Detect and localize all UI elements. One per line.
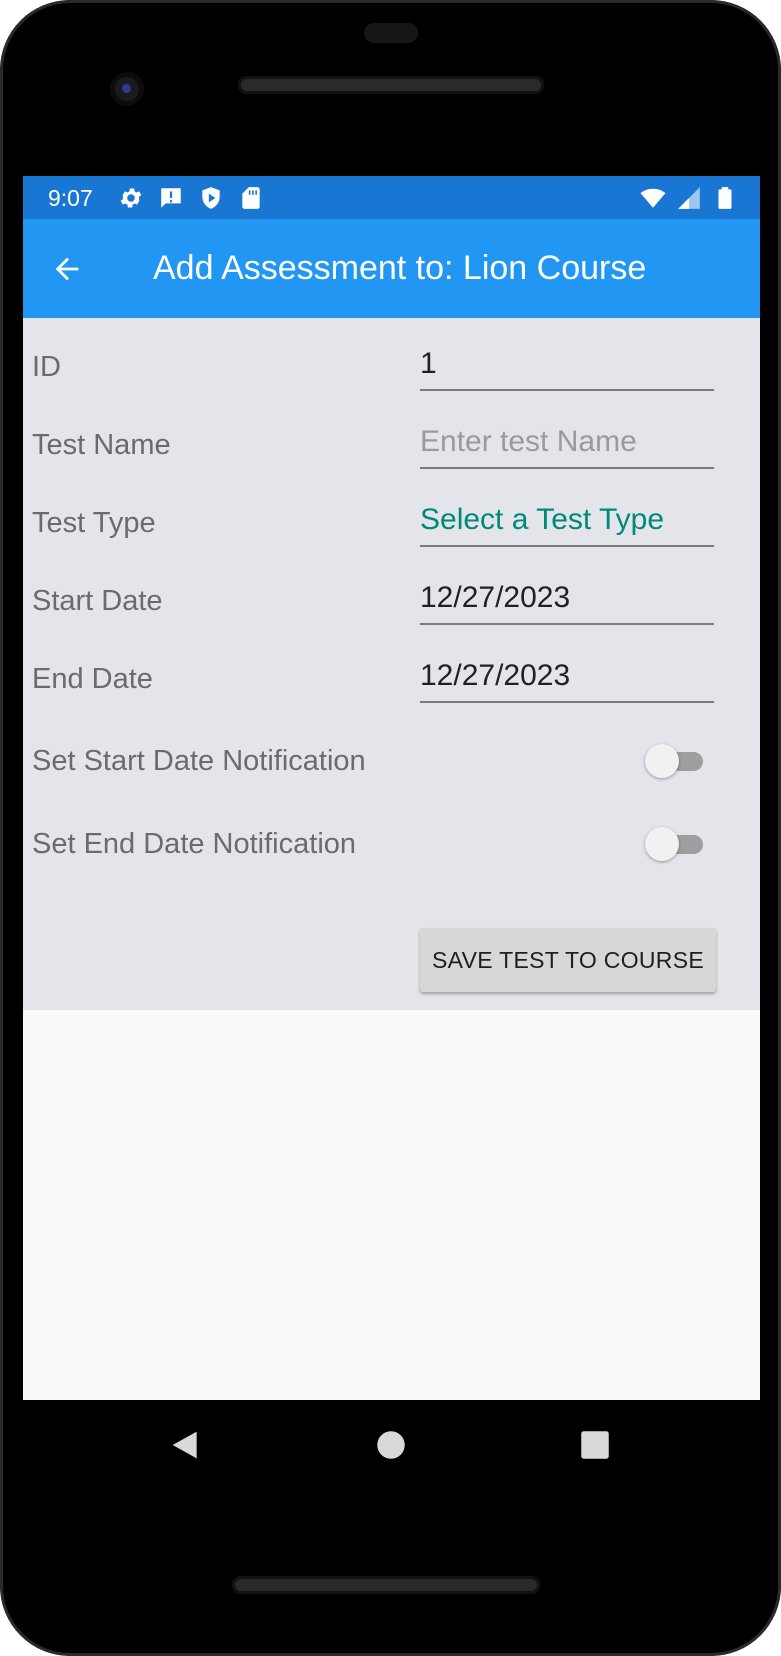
home-circle-icon[interactable] [376,1430,406,1460]
status-bar: 9:07 [23,176,760,219]
start-date-label: Start Date [32,585,163,617]
shield-play-icon [202,187,220,209]
id-field[interactable]: 1 [420,347,714,391]
back-triangle-icon[interactable] [170,1429,202,1461]
start-notification-label: Set Start Date Notification [32,745,366,777]
app-screen: 9:07 Add Assessment to: Lion Course ID 1… [23,176,760,1400]
test-name-field[interactable]: Enter test Name [420,425,714,469]
end-date-value: 12/27/2023 [420,659,571,692]
switch-thumb [645,827,679,861]
test-type-label: Test Type [32,507,156,539]
alert-message-icon [161,188,181,208]
arrow-back-icon [55,257,79,281]
end-date-label: End Date [32,663,153,695]
settings-icon [120,188,142,208]
app-toolbar: Add Assessment to: Lion Course [23,219,760,318]
bottom-speaker [232,1576,540,1594]
battery-icon [718,187,732,209]
start-notification-switch[interactable] [645,742,703,778]
end-notification-label: Set End Date Notification [32,828,357,860]
start-date-picker[interactable]: 12/27/2023 [420,581,714,625]
earpiece-speaker [238,76,544,94]
cell-signal-icon [678,187,700,209]
test-name-label: Test Name [32,429,171,461]
test-type-picker[interactable]: Select a Test Type [420,503,714,547]
start-date-value: 12/27/2023 [420,581,571,614]
wifi-icon [640,188,666,208]
id-label: ID [32,351,61,383]
recents-square-icon[interactable] [580,1430,610,1460]
end-date-picker[interactable]: 12/27/2023 [420,659,714,703]
page-title: Add Assessment to: Lion Course [153,249,647,287]
save-test-button[interactable]: SAVE TEST TO COURSE [420,928,716,992]
system-nav-bar [0,1400,781,1530]
test-name-placeholder: Enter test Name [420,425,637,458]
sd-card-icon [242,187,260,209]
front-camera-icon [110,72,144,106]
phone-frame: 9:07 Add Assessment to: Lion Course ID 1… [0,0,781,1656]
id-value: 1 [420,347,437,380]
status-time: 9:07 [48,185,93,211]
proximity-sensor [364,23,418,43]
back-button[interactable] [45,247,89,291]
assessment-form: ID 1 Test Name Enter test Name Test Type… [23,318,760,1010]
switch-thumb [645,744,679,778]
end-notification-switch[interactable] [645,825,703,861]
test-type-value: Select a Test Type [420,503,665,536]
